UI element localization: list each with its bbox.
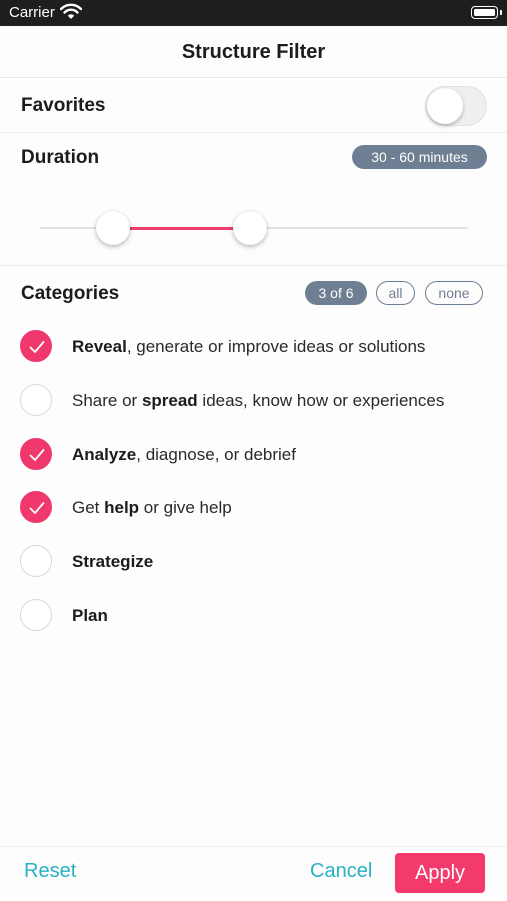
category-label: Analyze, diagnose, or debrief [72,445,296,465]
checkbox-checked[interactable] [20,330,52,362]
category-label-suffix: or give help [139,498,232,517]
select-all-button[interactable]: all [376,281,415,305]
category-item[interactable]: Analyze, diagnose, or debrief [20,438,490,472]
checkbox-checked[interactable] [20,491,52,523]
checkmark-icon [29,341,45,353]
status-bar: Carrier [0,0,507,26]
category-label: Share or spread ideas, know how or exper… [72,391,444,411]
category-label: Plan [72,606,108,626]
duration-min-thumb[interactable] [96,211,130,245]
checkmark-icon [29,449,45,461]
favorites-toggle[interactable] [425,86,487,126]
duration-label: Duration [21,147,100,168]
category-label: Get help or give help [72,498,232,518]
category-item[interactable]: Share or spread ideas, know how or exper… [20,384,490,418]
battery-tip [500,10,502,15]
category-label-prefix: Get [72,498,105,517]
divider [0,265,507,266]
select-none-button[interactable]: none [425,281,483,305]
cancel-button[interactable]: Cancel [310,860,372,883]
category-keyword: Strategize [72,552,154,571]
checkbox-unchecked[interactable] [20,599,52,631]
duration-badge: 30 - 60 minutes [352,145,487,169]
toggle-knob [427,88,463,124]
checkbox-checked[interactable] [20,438,52,470]
categories-count-badge: 3 of 6 [305,281,367,305]
category-label: Strategize [72,552,153,572]
category-label: Reveal, generate or improve ideas or sol… [72,337,425,357]
carrier-label: Carrier [9,4,55,21]
category-keyword: help [104,498,140,517]
category-keyword: Plan [72,606,108,625]
battery-icon [471,6,498,19]
divider [0,132,507,133]
checkmark-icon [29,502,45,514]
apply-button[interactable]: Apply [395,853,485,893]
checkbox-unchecked[interactable] [20,545,52,577]
reset-button[interactable]: Reset [24,860,76,883]
checkbox-unchecked[interactable] [20,384,52,416]
page-title: Structure Filter [0,26,507,78]
favorites-label: Favorites [21,95,106,116]
category-item[interactable]: Strategize [20,545,490,579]
category-label-suffix: , diagnose, or debrief [136,445,296,464]
category-label-prefix: Share or [72,391,142,410]
category-item[interactable]: Get help or give help [20,491,490,525]
category-item[interactable]: Plan [20,599,490,633]
category-keyword: Analyze [72,445,137,464]
wifi-icon [60,3,82,19]
category-label-suffix: , generate or improve ideas or solutions [126,337,426,356]
duration-slider-fill [113,227,250,230]
category-keyword: spread [141,391,198,410]
category-item[interactable]: Reveal, generate or improve ideas or sol… [20,330,490,364]
category-keyword: Reveal [72,337,127,356]
category-label-suffix: ideas, know how or experiences [197,391,445,410]
categories-label: Categories [21,283,120,304]
duration-max-thumb[interactable] [233,211,267,245]
